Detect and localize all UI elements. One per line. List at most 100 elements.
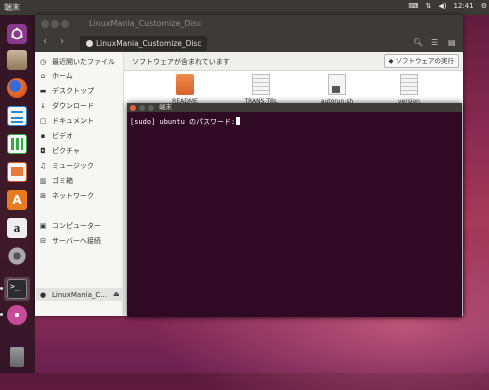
writer-launcher-button[interactable] [4,104,30,128]
software-infobar: ソフトウェアが含まれています ◆ ソフトウェアの実行 [124,52,463,71]
sidebar-item-desktop[interactable]: ▬ デスクトップ [39,86,94,96]
forward-icon[interactable]: › [60,36,64,47]
file-manager-titlebar: LinuxMania_Customize_Disc [35,15,463,34]
impress-icon [7,162,27,182]
disc-launcher-button[interactable] [4,303,30,327]
search-icon[interactable]: 🔍︎ [413,38,423,47]
minimize-button[interactable] [139,104,145,111]
text-file-icon [252,74,270,95]
dash-button[interactable] [4,22,30,46]
password-prompt: [sudo] ubuntu のパスワード: [130,118,236,126]
sidebar-item-label: LinuxMania_C... [52,291,107,299]
writer-icon [7,106,27,126]
run-icon: ◆ [388,57,394,65]
minimize-button[interactable] [51,20,59,28]
amazon-icon: a [7,218,27,238]
ubuntu-logo-icon [7,24,27,44]
home-icon: ⌂ [40,72,46,80]
file-item-autorun[interactable]: autorun.sh [314,74,360,105]
terminal-titlebar: 端末 [127,103,462,112]
sidebar-item-label: デスクトップ [52,87,94,95]
amazon-launcher-button[interactable]: a [4,216,30,240]
sidebar-item-label: ビデオ [52,132,73,140]
terminal-icon: >_ [7,279,27,299]
recent-icon: ◷ [39,58,47,66]
impress-launcher-button[interactable] [4,160,30,184]
running-indicator [0,313,3,316]
sidebar-item-label: ダウンロード [52,102,94,110]
terminal-launcher-button[interactable]: >_ [4,277,30,301]
files-launcher-button[interactable] [4,48,30,72]
calc-launcher-button[interactable] [4,132,30,156]
file-item-version[interactable]: version [386,74,432,105]
places-sidebar: ◷ 最近開いたファイル ⌂ ホーム ▬ デスクトップ ↓ ダウンロード ▢ ドキュメント … [35,52,124,316]
infobar-message: ソフトウェアが含まれています [132,58,230,66]
input-method-icon[interactable]: ⇅ [426,2,432,10]
file-item-trans-tbl[interactable]: TRANS.TBL [238,74,284,105]
maximize-button[interactable] [61,20,69,28]
sidebar-item-label: ゴミ箱 [52,177,73,185]
sidebar-item-label: ネットワーク [52,192,94,200]
sidebar-item-music[interactable]: ♫ ミュージック [39,161,94,171]
desktop-icon: ▬ [39,87,47,95]
trash-launcher-button[interactable] [4,345,30,369]
settings-launcher-button[interactable] [4,244,30,268]
sidebar-item-pictures[interactable]: ◘ ピクチャ [39,146,80,156]
trash-icon [10,347,24,367]
optical-disc-icon [7,305,27,325]
sidebar-item-computer[interactable]: ▣ コンピューター [39,221,101,231]
breadcrumb[interactable]: LinuxMania_Customize_Disc [80,36,208,51]
sidebar-item-label: ドキュメント [52,117,94,125]
sidebar-item-connect-server[interactable]: ⊟ サーバーへ接続 [39,236,101,246]
window-title: LinuxMania_Customize_Disc [89,19,202,28]
sidebar-item-label: 最近開いたファイル [52,58,115,66]
run-software-button[interactable]: ◆ ソフトウェアの実行 [383,54,459,68]
music-icon: ♫ [39,162,47,170]
eject-icon[interactable]: ⏏ [113,290,120,298]
maximize-button[interactable] [148,104,154,111]
sidebar-item-downloads[interactable]: ↓ ダウンロード [39,101,94,111]
terminal-title: 端末 [159,103,172,111]
file-manager-icon [7,50,27,70]
script-file-icon [328,74,346,95]
software-center-icon: A [7,190,27,210]
close-button[interactable] [41,20,49,28]
computer-icon: ▣ [39,222,47,230]
launcher: A a >_ [0,15,35,373]
sidebar-item-label: ミュージック [52,162,94,170]
menu-icon[interactable]: ▤ [448,38,456,47]
terminal-output[interactable]: [sudo] ubuntu のパスワード: [130,117,241,127]
list-view-icon[interactable]: ☰ [431,38,438,47]
sidebar-item-home[interactable]: ⌂ ホーム [39,71,73,81]
keyboard-icon[interactable]: ⌨ [408,2,418,10]
file-item-readme[interactable]: README [162,74,208,105]
sidebar-item-trash[interactable]: ▥ ゴミ箱 [39,176,73,186]
camera-icon: ◘ [40,147,46,155]
sidebar-item-documents[interactable]: ▢ ドキュメント [39,116,94,126]
clock[interactable]: 12:41 [454,2,474,10]
sidebar-item-recent[interactable]: ◷ 最近開いたファイル [39,57,115,67]
sidebar-item-label: ピクチャ [52,147,80,155]
top-panel: 端末 ⌨ ⇅ ◀) 12:41 ⚙ [0,0,489,15]
calc-icon [7,134,27,154]
optical-disc-icon: ● [39,291,47,299]
close-button[interactable] [130,104,136,111]
back-icon[interactable]: ‹ [43,36,47,47]
folder-icon [176,74,194,95]
sidebar-item-videos[interactable]: ▪ ビデオ [39,131,73,141]
sidebar-item-label: サーバーへ接続 [52,237,101,245]
software-center-launcher-button[interactable]: A [4,188,30,212]
text-cursor [236,117,241,125]
volume-icon[interactable]: ◀) [438,2,446,10]
download-icon: ↓ [40,102,46,110]
sidebar-item-disc[interactable]: ● LinuxMania_C... [39,291,107,299]
terminal-window[interactable]: 端末 [sudo] ubuntu のパスワード: [127,103,462,317]
active-app-title: 端末 [4,3,20,12]
run-software-label: ソフトウェアの実行 [395,57,455,65]
firefox-launcher-button[interactable] [4,76,30,100]
breadcrumb-label: LinuxMania_Customize_Disc [96,39,202,48]
running-indicator [0,287,3,290]
power-icon[interactable]: ⚙ [481,2,487,10]
sidebar-item-network[interactable]: ⊞ ネットワーク [39,191,94,201]
video-icon: ▪ [40,132,46,140]
